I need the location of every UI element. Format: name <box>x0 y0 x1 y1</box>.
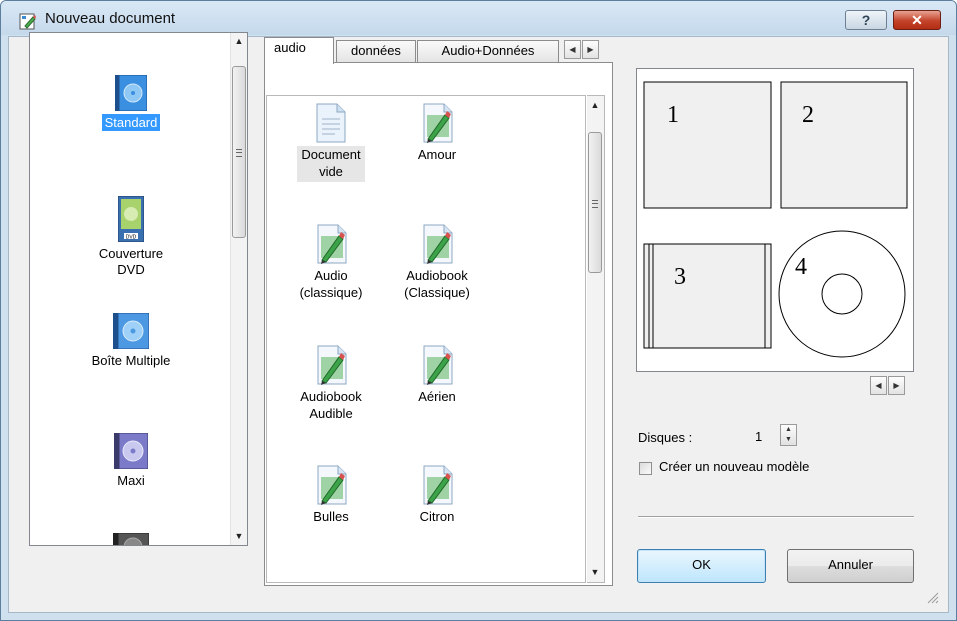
scroll-down-arrow-icon[interactable]: ▼ <box>231 528 247 545</box>
scroll-down-arrow-icon[interactable]: ▼ <box>587 564 603 581</box>
template-label: Document vide <box>297 146 365 182</box>
resize-grip-icon[interactable] <box>925 590 939 604</box>
disques-label: Disques : <box>638 430 693 445</box>
disques-spinner[interactable]: ▲ ▼ <box>780 424 797 446</box>
preview-scroll-left-icon[interactable]: ◀ <box>870 376 887 395</box>
standard-case-icon <box>115 75 147 111</box>
template-item-amour[interactable]: Amour <box>384 103 490 163</box>
preview-inlay <box>643 243 772 349</box>
grip-icon <box>592 199 598 208</box>
tab-donnees[interactable]: données <box>336 40 416 62</box>
tab-scroll-left-icon[interactable]: ◀ <box>564 40 581 59</box>
tab-audio-donnees[interactable]: Audio+Données <box>417 40 559 62</box>
ok-button[interactable]: OK <box>637 549 766 583</box>
template-item-audiobook-audible[interactable]: Audiobook Audible <box>278 345 384 422</box>
template-edit-icon <box>317 345 347 385</box>
dvd-cover-icon: DVD <box>118 196 144 242</box>
format-label-multi-box: Boîte Multiple <box>91 353 171 368</box>
layout-preview: 1 2 3 4 <box>636 68 914 372</box>
template-edit-icon <box>317 224 347 264</box>
preview-label-2: 2 <box>802 102 814 128</box>
template-edit-icon <box>423 103 453 143</box>
template-edit-icon <box>423 345 453 385</box>
template-label: Audiobook Audible <box>300 389 362 421</box>
format-list[interactable]: Standard DVD Couverture DVD Boîte Multip… <box>29 32 248 546</box>
spin-up-icon[interactable]: ▲ <box>781 425 796 435</box>
template-label: Audio (classique) <box>299 268 363 300</box>
template-edit-icon <box>317 465 347 505</box>
template-edit-icon <box>423 224 453 264</box>
blank-document-icon <box>316 103 346 143</box>
template-item-audio-classique[interactable]: Audio (classique) <box>278 224 384 301</box>
scroll-thumb[interactable] <box>588 132 602 273</box>
new-template-checkbox[interactable] <box>639 462 652 475</box>
template-item-blank-document[interactable]: Document vide <box>278 103 384 182</box>
help-button[interactable]: ? <box>845 10 887 30</box>
template-edit-icon <box>423 465 453 505</box>
format-item-standard[interactable]: Standard <box>30 75 232 131</box>
close-button[interactable]: ✕ <box>893 10 941 30</box>
new-template-label: Créer un nouveau modèle <box>659 459 810 474</box>
preview-back-cover <box>780 81 908 209</box>
template-grid[interactable]: Document vide Amour Audio (classique) Au… <box>266 95 586 583</box>
format-label-dvd-cover: Couverture DVD <box>98 246 164 277</box>
preview-label-4: 4 <box>795 254 807 280</box>
tab-scroll-right-icon[interactable]: ▶ <box>582 40 599 59</box>
spin-down-icon[interactable]: ▼ <box>781 435 796 445</box>
template-item-audiobook-classique[interactable]: Audiobook (Classique) <box>384 224 490 301</box>
disques-input[interactable] <box>751 426 779 446</box>
scroll-up-arrow-icon[interactable]: ▲ <box>231 33 247 50</box>
preview-label-1: 1 <box>667 102 679 128</box>
grip-icon <box>236 149 242 157</box>
format-label-maxi: Maxi <box>117 473 145 488</box>
preview-scroll-nav: ◀ ▶ <box>870 376 914 395</box>
dark-case-icon <box>113 533 149 545</box>
title-bar[interactable]: Nouveau document ? ✕ <box>1 1 956 35</box>
preview-front-cover <box>643 81 772 209</box>
template-grid-scrollbar[interactable]: ▲ ▼ <box>587 95 605 583</box>
template-label: Citron <box>419 509 455 524</box>
scroll-up-arrow-icon[interactable]: ▲ <box>587 97 603 114</box>
window-title: Nouveau document <box>45 10 176 27</box>
preview-label-3: 3 <box>674 264 686 290</box>
template-label: Audiobook (Classique) <box>404 268 470 300</box>
cancel-button[interactable]: Annuler <box>787 549 914 583</box>
tab-audio[interactable]: audio <box>264 37 334 64</box>
template-item-citron[interactable]: Citron <box>384 465 490 525</box>
app-icon <box>19 13 36 30</box>
template-label: Aérien <box>418 389 456 404</box>
format-list-scrollbar[interactable]: ▲ ▼ <box>230 33 247 545</box>
multi-box-icon <box>113 313 149 349</box>
format-item-multi-box[interactable]: Boîte Multiple <box>30 313 232 368</box>
template-item-bulles[interactable]: Bulles <box>278 465 384 525</box>
format-item-partial[interactable] <box>30 533 232 545</box>
svg-text:DVD: DVD <box>126 235 137 241</box>
template-label: Bulles <box>313 509 349 524</box>
separator <box>638 516 914 518</box>
format-label-standard: Standard <box>101 114 161 131</box>
preview-scroll-right-icon[interactable]: ▶ <box>888 376 905 395</box>
template-item-aerien[interactable]: Aérien <box>384 345 490 405</box>
maxi-case-icon <box>114 433 148 469</box>
scroll-thumb[interactable] <box>232 66 246 238</box>
format-item-maxi[interactable]: Maxi <box>30 433 232 488</box>
format-item-dvd-cover[interactable]: DVD Couverture DVD <box>30 196 232 278</box>
template-label: Amour <box>417 147 457 162</box>
